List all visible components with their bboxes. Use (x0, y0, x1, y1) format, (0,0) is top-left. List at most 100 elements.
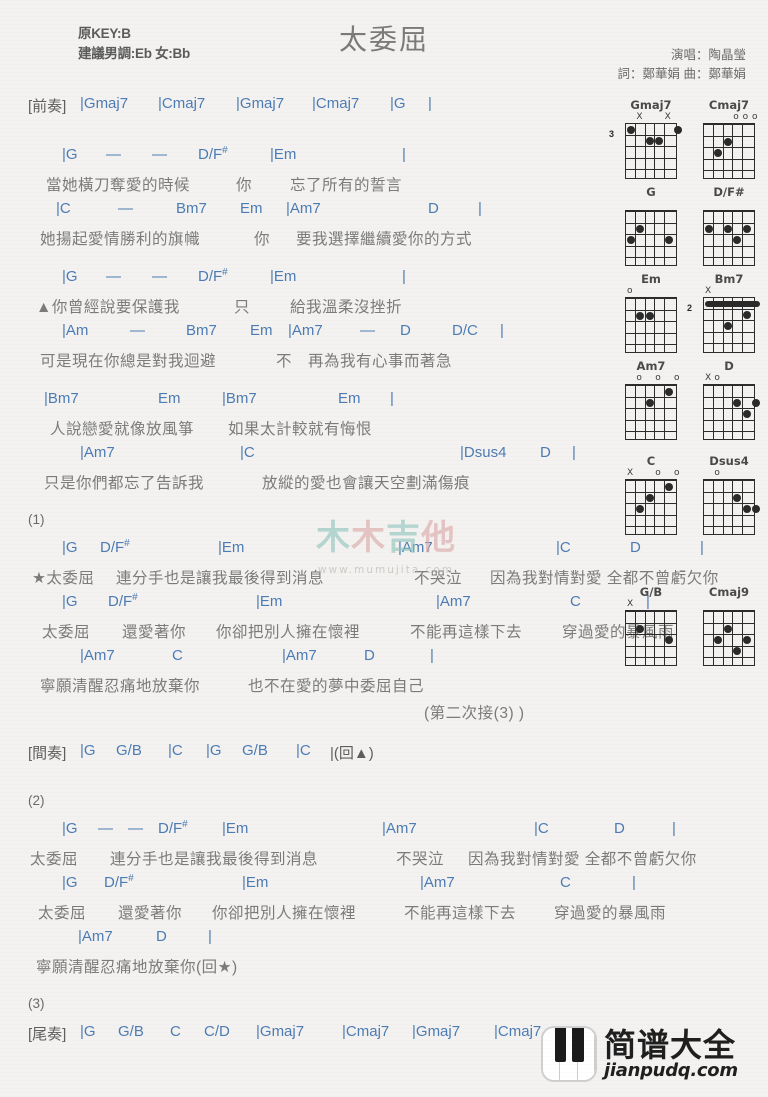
fretboard-grid (703, 297, 760, 353)
chord-symbol: | (390, 390, 394, 407)
chord-symbol: |Em (270, 146, 297, 163)
chord-symbol: |Em (218, 539, 245, 556)
chord-symbol: |G (62, 874, 78, 891)
lyric-text: 如果太計較就有悔恨 (228, 421, 373, 438)
logo-url: jianpudq.com (604, 1059, 738, 1081)
chord-symbol: G/B (118, 1023, 144, 1040)
chord-symbol: Bm7 (176, 200, 207, 217)
chord-symbol: |G (390, 95, 406, 112)
chord-diagram-row: C Xo o Dsus4 o (612, 454, 768, 535)
chord-symbol: |G (62, 820, 78, 837)
lyric-text: 寧願清醒忍痛地放棄你(回★) (36, 959, 238, 976)
chord-diagram-name: D/F# (713, 185, 745, 199)
chord-symbol: — (106, 268, 121, 285)
finger-dot (723, 624, 732, 633)
chord-open-mute-markers: ooo (618, 373, 684, 384)
chord-diagram-row: G D/F# (612, 185, 768, 266)
chord-diagram-g-b: G/B X (618, 585, 684, 666)
base-fret-number: 3 (609, 129, 615, 139)
chord-diagram-name: Cmaj7 (708, 98, 750, 112)
lyric-line: ★太委屈 連分手也是讓我最後得到消息 不哭泣 因為我對情對愛 全都不曾虧欠你 (0, 566, 718, 593)
lyric-line: 當她橫刀奪愛的時候 你 忘了所有的誓言 (0, 173, 612, 200)
chord-symbol: |Am (62, 322, 89, 339)
chord-diagram-d-f-: D/F# (696, 185, 762, 266)
finger-dot (645, 398, 654, 407)
chord-line: |G D/F# |Em |Am7 C | (0, 593, 650, 620)
chord-symbol: D (400, 322, 411, 339)
chord-symbol: |Em (222, 820, 249, 837)
lyric-text: 不哭泣 (414, 570, 463, 587)
chord-symbol: Em (250, 322, 273, 339)
chord-diagram-d: DXo (696, 359, 762, 440)
finger-dot (723, 224, 732, 233)
finger-dot (664, 387, 673, 396)
site-logo[interactable]: 简谱大全 jianpudq.com (541, 1026, 738, 1082)
lyric-text: 不 (276, 353, 293, 370)
fretboard-grid (625, 479, 677, 535)
fretboard-grid (703, 384, 760, 440)
chord-symbol: | (428, 95, 432, 112)
chord-symbol: C (560, 874, 571, 891)
chord-symbol: |Em (270, 268, 297, 285)
finger-dot (742, 636, 751, 644)
lyric-text: 當她橫刀奪愛的時候 (46, 177, 191, 194)
chord-symbol: |Em (256, 593, 283, 610)
finger-dot (742, 310, 751, 319)
chord-symbol: |Am7 (78, 928, 113, 945)
chord-symbol: |Cmaj7 (494, 1023, 542, 1040)
chord-symbol: Em (338, 390, 361, 407)
open-string-icon: o (733, 112, 739, 122)
open-string-icon: o (674, 373, 680, 383)
chord-symbol: |Am7 (286, 200, 321, 217)
chord-symbol: | (672, 820, 676, 837)
chord-diagram-row: G/B X Cmaj9 (612, 585, 768, 666)
chord-line: |Am7 D | (0, 928, 612, 955)
chord-diagram-name: G/B (639, 585, 663, 599)
chord-symbol: D/F# (158, 819, 188, 838)
section-number-label: (1) (28, 512, 45, 527)
chord-symbol: |Am7 (420, 874, 455, 891)
chord-diagram-cmaj9: Cmaj9 (696, 585, 762, 666)
chord-open-mute-markers (618, 200, 684, 210)
finger-dot (752, 398, 760, 407)
chord-symbol: |G (206, 742, 222, 759)
chord-diagram-bm7: Bm7 X 2 (687, 272, 762, 353)
chord-diagram-name: G (646, 185, 656, 199)
open-string-icon: o (655, 373, 661, 383)
lyric-text: ▲你曾經說要保護我 (36, 299, 180, 316)
fretboard-grid (703, 123, 755, 179)
chord-symbol: |C (534, 820, 549, 837)
section-number: (1) (0, 512, 612, 539)
lyric-text: 也不在愛的夢中委屈自己 (248, 678, 425, 695)
chord-symbol: |Bm7 (44, 390, 79, 407)
finger-dot (627, 236, 635, 244)
finger-dot (645, 136, 654, 145)
chord-symbol: |Cmaj7 (342, 1023, 390, 1040)
section-number: (2) (0, 793, 612, 820)
chord-symbol: |C (240, 444, 255, 461)
chord-symbol: D (156, 928, 167, 945)
finger-dot (636, 224, 645, 233)
chord-diagram-name: C (646, 454, 656, 468)
chord-symbol: D (364, 647, 375, 664)
finger-dot (733, 398, 742, 407)
chord-line: |Am7 C |Am7 D | (0, 647, 612, 674)
fretboard-grid (625, 610, 677, 666)
chord-symbol: D/C (452, 322, 478, 339)
lyric-text: 因為我對情對愛 全都不曾虧欠你 (468, 851, 697, 868)
chord-diagram-cmaj7: Cmaj7 o o o (696, 98, 762, 179)
writers: 詞：鄭華娟 曲：鄭華娟 (617, 67, 746, 81)
lyric-line: ▲你曾經說要保護我 只 給我溫柔沒挫折 (0, 295, 612, 322)
song-body: [前奏] |Gmaj7 |Cmaj7 |Gmaj7 |Cmaj7 |G | |G — — D/F# |… (0, 95, 718, 1064)
chord-symbol: |Am7 (398, 539, 433, 556)
mute-string-icon: X (664, 112, 671, 122)
chord-diagram-name: Cmaj9 (708, 585, 750, 599)
finger-dot (752, 505, 760, 513)
chord-symbol: |Am7 (282, 647, 317, 664)
fretboard-grid (625, 210, 677, 266)
open-string-icon: o (674, 468, 680, 478)
chord-symbol: — (106, 146, 121, 163)
lyric-text: 再為我有心事而著急 (308, 353, 453, 370)
logo-title-cn: 简谱大全 (604, 1025, 737, 1064)
chord-symbol: G/B (116, 742, 142, 759)
